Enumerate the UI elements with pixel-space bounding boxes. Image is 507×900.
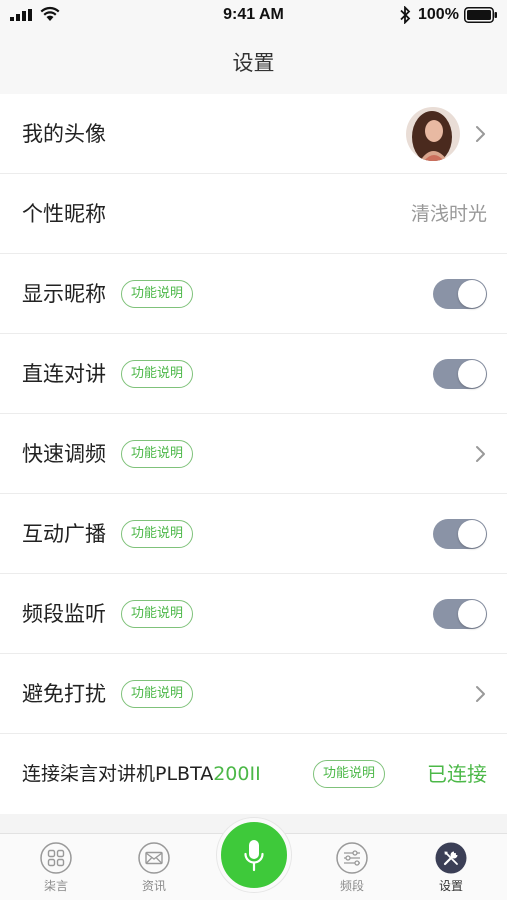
row-label: 频段监听 [22,602,106,626]
settings-list: 我的头像 个性昵称 清浅时光 显示昵称 功能说明 直连对讲 功能说明 快速调频 … [0,94,507,814]
envelope-icon [138,842,170,874]
grid-icon [40,842,72,874]
tab-label: 频段 [339,879,364,893]
bluetooth-icon [400,6,411,24]
feature-info-tag[interactable]: 功能说明 [121,520,194,548]
row-interactive-broadcast: 互动广播 功能说明 [0,494,507,574]
row-nickname[interactable]: 个性昵称 清浅时光 [0,174,507,254]
page-title: 设置 [232,51,275,75]
row-label: 直连对讲 [22,362,106,386]
row-label: 互动广播 [22,522,106,546]
sliders-icon [336,842,368,874]
row-quick-tune[interactable]: 快速调频 功能说明 [0,414,507,494]
toggle-knob [458,520,486,548]
status-bar: 9:41 AM 100% [0,0,507,30]
row-band-monitor: 频段监听 功能说明 [0,574,507,654]
tab-settings[interactable]: 设置 [421,842,481,894]
device-model: 200II [213,763,261,785]
microphone-icon [244,840,264,872]
connection-status: 已连接 [427,762,487,786]
show-nickname-toggle[interactable] [433,279,487,309]
battery-icon [464,7,497,23]
row-do-not-disturb[interactable]: 避免打扰 功能说明 [0,654,507,734]
feature-info-tag[interactable]: 功能说明 [121,440,194,468]
tab-label: 资讯 [141,879,166,893]
row-direct-talk: 直连对讲 功能说明 [0,334,507,414]
feature-info-tag[interactable]: 功能说明 [121,680,194,708]
talk-button[interactable] [217,818,291,892]
chevron-right-icon [476,446,485,462]
row-label: 个性昵称 [22,202,106,226]
tab-label: 柒言 [43,879,68,893]
toggle-knob [458,280,486,308]
battery-percentage: 100% [418,6,459,23]
row-label: 我的头像 [22,122,106,146]
tab-band[interactable]: 频段 [322,842,382,894]
feature-info-tag[interactable]: 功能说明 [121,600,194,628]
feature-info-tag[interactable]: 功能说明 [121,280,194,308]
chevron-right-icon [476,126,485,142]
nav-bar: 设置 [0,30,507,94]
nickname-value: 清浅时光 [410,203,487,225]
feature-info-tag[interactable]: 功能说明 [121,360,194,388]
chevron-right-icon [476,686,485,702]
toggle-knob [458,600,486,628]
tab-qiyan[interactable]: 柒言 [26,842,86,894]
row-label: 避免打扰 [22,682,106,706]
tab-news[interactable]: 资讯 [124,842,184,894]
tools-icon [435,842,467,874]
row-label: 显示昵称 [22,282,106,306]
tab-label: 设置 [438,879,463,893]
row-connect-device[interactable]: 连接柒言对讲机PLBTA200II 功能说明 已连接 [0,734,507,814]
toggle-knob [458,360,486,388]
row-label: 连接柒言对讲机PLBTA200II [22,734,261,814]
row-show-nickname: 显示昵称 功能说明 [0,254,507,334]
feature-info-tag[interactable]: 功能说明 [313,760,386,788]
direct-talk-toggle[interactable] [433,359,487,389]
row-avatar[interactable]: 我的头像 [0,94,507,174]
row-label: 快速调频 [22,442,106,466]
interactive-broadcast-toggle[interactable] [433,519,487,549]
device-name: 连接柒言对讲机PLBTA [22,763,214,785]
band-monitor-toggle[interactable] [433,599,487,629]
avatar[interactable] [406,107,460,161]
